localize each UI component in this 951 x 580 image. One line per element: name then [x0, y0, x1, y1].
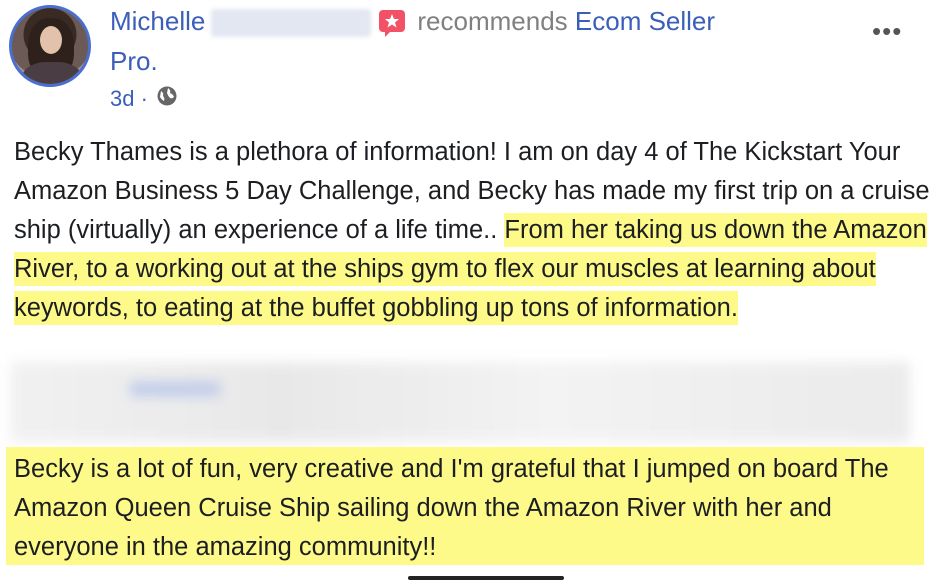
recommend-star-icon: [377, 8, 407, 38]
redacted-last-name: [211, 9, 372, 38]
scroll-indicator: [408, 576, 564, 580]
avatar-face: [40, 26, 62, 54]
post-timestamp[interactable]: 3d: [110, 86, 134, 111]
page-name-link-continued[interactable]: Pro.: [110, 44, 158, 78]
blurred-content: [10, 362, 910, 442]
blurred-link: [130, 382, 220, 396]
avatar-shirt: [22, 62, 82, 84]
author-name-link[interactable]: Michelle: [110, 6, 205, 36]
meta-separator: ·: [140, 86, 148, 111]
post-paragraph-2: Becky is a lot of fun, very creative and…: [14, 455, 889, 561]
post-body: Becky Thames is a plethora of informatio…: [14, 133, 934, 328]
page-name-link[interactable]: Ecom Seller: [575, 6, 715, 36]
recommends-text: recommends: [417, 6, 568, 36]
more-options-icon[interactable]: •••: [872, 16, 902, 47]
globe-icon[interactable]: [156, 85, 178, 115]
post-meta: 3d ·: [110, 84, 178, 115]
post-header: Michelle recommends Ecom Seller: [110, 4, 715, 38]
author-avatar[interactable]: [9, 5, 91, 87]
